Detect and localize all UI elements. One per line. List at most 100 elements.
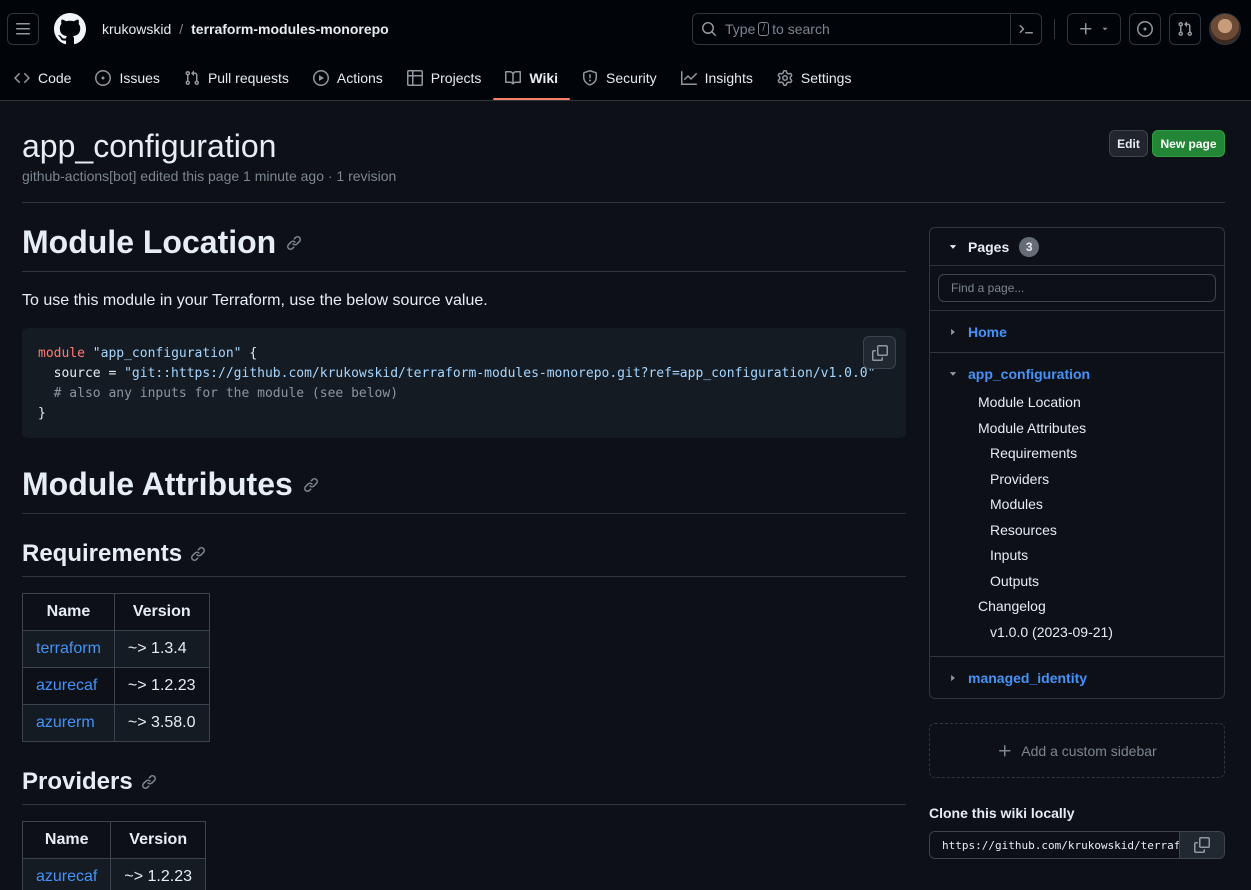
page-item-managed-identity[interactable]: managed_identity — [930, 668, 1224, 688]
add-custom-sidebar-button[interactable]: Add a custom sidebar — [929, 723, 1225, 778]
code-brace-close: } — [38, 406, 46, 421]
git-pull-request-icon — [1178, 21, 1193, 37]
intro-text: To use this module in your Terraform, us… — [22, 292, 488, 309]
table-icon — [406, 70, 423, 86]
wiki-content: Module Location To use this module in yo… — [21, 224, 906, 890]
breadcrumb-separator: / — [179, 21, 184, 37]
requirement-link[interactable]: azurerm — [36, 714, 95, 731]
table-row: azurerm ~> 3.58.0 — [22, 704, 210, 742]
shield-icon — [583, 70, 598, 86]
link-icon[interactable] — [303, 477, 319, 493]
github-logo-icon[interactable] — [54, 13, 86, 45]
terminal-icon — [1019, 25, 1033, 34]
pull-requests-button[interactable] — [1169, 13, 1201, 45]
add-custom-sidebar-label: Add a custom sidebar — [1021, 742, 1157, 759]
heading-module-location: Module Location — [22, 224, 906, 272]
search-placeholder-suffix: to search — [772, 21, 830, 37]
graph-icon — [680, 71, 697, 85]
toc-item[interactable]: Module Attributes — [978, 420, 1086, 436]
column-header-name: Name — [22, 593, 115, 631]
clone-url-input[interactable]: https://github.com/krukowskid/terraform-… — [930, 832, 1179, 858]
copy-icon — [1194, 837, 1210, 853]
edit-button[interactable]: Edit — [1109, 130, 1148, 157]
link-icon[interactable] — [286, 235, 302, 251]
code-keyword: module — [38, 346, 85, 361]
tab-actions[interactable]: Actions — [301, 56, 395, 100]
provider-link[interactable]: azurecaf — [36, 868, 97, 885]
toc-item[interactable]: Module Location — [978, 394, 1081, 410]
tab-wiki[interactable]: Wiki — [493, 56, 570, 100]
code-icon — [14, 72, 30, 84]
tab-code-label: Code — [38, 70, 72, 86]
requirement-version: ~> 1.3.4 — [113, 630, 210, 668]
command-palette-button[interactable] — [1010, 14, 1041, 44]
tab-security-label: Security — [606, 70, 657, 86]
new-page-button[interactable]: New page — [1152, 130, 1225, 157]
column-header-version: Version — [113, 593, 210, 631]
requirement-link[interactable]: terraform — [36, 640, 101, 657]
page-link-managed-identity[interactable]: managed_identity — [968, 670, 1087, 686]
avatar[interactable] — [1209, 13, 1241, 45]
divider — [930, 310, 1224, 311]
toc-item[interactable]: Providers — [990, 471, 1049, 487]
copy-code-button[interactable] — [863, 336, 896, 369]
toc-item[interactable]: Requirements — [990, 445, 1077, 461]
create-new-button[interactable] — [1067, 13, 1121, 45]
owner-link[interactable]: krukowskid — [102, 21, 171, 37]
tab-issues[interactable]: Issues — [83, 56, 171, 100]
search-input[interactable]: Type / to search — [692, 13, 1042, 45]
link-icon[interactable] — [141, 774, 157, 790]
pages-title: Pages — [968, 238, 1010, 255]
code-source-value: "git::https://github.com/krukowskid/terr… — [124, 366, 876, 381]
link-icon[interactable] — [190, 546, 206, 562]
tab-projects[interactable]: Projects — [395, 56, 494, 100]
divider — [930, 352, 1224, 353]
search-icon — [702, 22, 717, 37]
divider — [930, 656, 1224, 657]
clone-url-field: https://github.com/krukowskid/terraform-… — [929, 831, 1225, 859]
tab-actions-label: Actions — [336, 70, 383, 86]
copy-clone-url-button[interactable] — [1179, 832, 1224, 858]
page-item-app-configuration[interactable]: app_configuration — [930, 364, 1224, 384]
toc-item[interactable]: Modules — [990, 496, 1043, 512]
issues-button[interactable] — [1129, 13, 1161, 45]
requirement-link[interactable]: azurecaf — [36, 677, 97, 694]
table-row: azurecaf ~> 1.2.23 — [22, 667, 210, 705]
tab-code[interactable]: Code — [0, 56, 83, 100]
code-source-key: source = — [38, 366, 125, 381]
pages-header[interactable]: Pages 3 — [930, 228, 1224, 266]
heading-text: Providers — [22, 768, 133, 795]
header-divider — [1054, 19, 1055, 39]
table-header-row: Name Version — [22, 593, 210, 631]
page-item-home[interactable]: Home — [930, 322, 1224, 342]
provider-version: ~> 1.2.23 — [110, 858, 206, 890]
tab-pull-requests-label: Pull requests — [207, 70, 289, 86]
pages-count-badge: 3 — [1019, 236, 1040, 257]
page-link-home[interactable]: Home — [968, 324, 1007, 340]
menu-button[interactable] — [7, 13, 39, 45]
code-string: "app_configuration" — [92, 346, 242, 361]
page-link-app-configuration[interactable]: app_configuration — [968, 366, 1090, 382]
find-page-input[interactable]: Find a page... — [938, 274, 1216, 302]
table-row: azurecaf ~> 1.2.23 — [21, 858, 206, 890]
toc-item[interactable]: Inputs — [990, 547, 1028, 563]
repo-tabs: Code Issues Pull requests Actions Projec… — [0, 56, 863, 100]
heading-text: Requirements — [22, 540, 183, 567]
wiki-pages-box: Pages 3 Find a page... Home app_configur… — [929, 227, 1225, 699]
toc-item[interactable]: Outputs — [990, 573, 1039, 589]
page-meta: github-actions[bot] edited this page 1 m… — [22, 168, 397, 184]
tab-settings[interactable]: Settings — [765, 56, 864, 100]
clone-wiki-title: Clone this wiki locally — [929, 805, 1075, 821]
tab-pull-requests[interactable]: Pull requests — [172, 56, 301, 100]
toc-item[interactable]: v1.0.0 (2023-09-21) — [990, 624, 1113, 640]
heading-requirements: Requirements — [22, 540, 906, 577]
table-row: terraform ~> 1.3.4 — [22, 630, 210, 668]
column-header-version: Version — [110, 821, 206, 859]
tab-security[interactable]: Security — [570, 56, 669, 100]
issue-icon — [95, 70, 112, 86]
tab-insights[interactable]: Insights — [669, 56, 765, 100]
toc-item[interactable]: Resources — [990, 522, 1057, 538]
requirements-table: Name Version terraform ~> 1.3.4 azurecaf… — [22, 593, 210, 742]
toc-item[interactable]: Changelog — [978, 598, 1046, 614]
repo-link[interactable]: terraform-modules-monorepo — [191, 21, 389, 37]
